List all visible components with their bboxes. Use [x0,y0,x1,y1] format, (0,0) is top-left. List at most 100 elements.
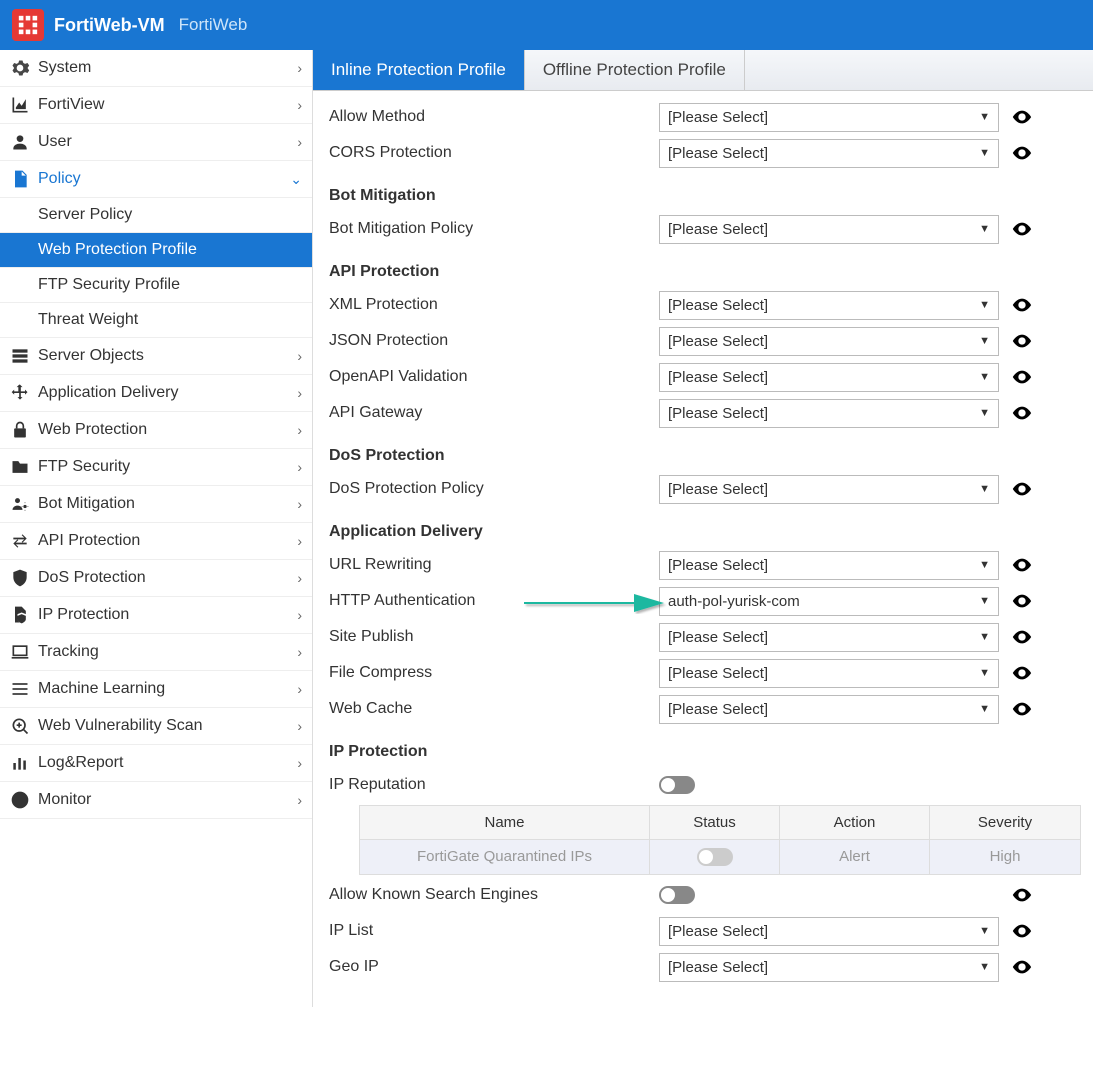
nav-label: DoS Protection [38,569,297,587]
nav-web-vulnerability-scan[interactable]: Web Vulnerability Scan› [0,708,312,745]
select-url-rewriting[interactable]: [Please Select]▼ [659,551,999,580]
view-button[interactable] [1009,140,1035,166]
view-button[interactable] [1009,400,1035,426]
select-api-gateway[interactable]: [Please Select]▼ [659,399,999,428]
label-ip-list: IP List [329,922,659,940]
nav-sub-server-policy[interactable]: Server Policy [0,198,312,233]
label-site-publish: Site Publish [329,628,659,646]
chevron-right-icon: › [297,644,302,660]
tab-inline-protection-profile[interactable]: Inline Protection Profile [313,50,525,90]
label-url-rewriting: URL Rewriting [329,556,659,574]
nav-sub-ftp-security-profile[interactable]: FTP Security Profile [0,268,312,303]
view-button[interactable] [1009,918,1035,944]
col-name: Name [360,806,650,839]
caret-down-icon: ▼ [979,407,990,419]
view-button[interactable] [1009,328,1035,354]
toggle-allow-search[interactable] [659,886,695,904]
toggle-ip-reputation[interactable] [659,776,695,794]
nav-fortiview[interactable]: FortiView› [0,87,312,124]
row-file-compress: File Compress[Please Select]▼ [329,657,1081,689]
view-button[interactable] [1009,624,1035,650]
move-icon [10,383,30,403]
view-button[interactable] [1009,216,1035,242]
row-allow-known-search-engines: Allow Known Search Engines [329,879,1081,911]
label-web-cache: Web Cache [329,700,659,718]
select-value: [Please Select] [668,923,768,940]
select-http-authentication[interactable]: auth-pol-yurisk-com▼ [659,587,999,616]
view-button[interactable] [1009,364,1035,390]
nav-log-report[interactable]: Log&Report› [0,745,312,782]
nav-system[interactable]: System› [0,50,312,87]
nav-sub-web-protection-profile[interactable]: Web Protection Profile [0,233,312,268]
nav-web-protection[interactable]: Web Protection› [0,412,312,449]
nav-label: Monitor [38,791,297,809]
select-json-protection[interactable]: [Please Select] ▼ [659,327,999,356]
select-dos-protection-policy[interactable]: [Please Select]▼ [659,475,999,504]
caret-down-icon: ▼ [979,335,990,347]
gear-icon [10,58,30,78]
nav-user[interactable]: User› [0,124,312,161]
chevron-right-icon: › [297,718,302,734]
file-icon [10,169,30,189]
nav-tracking[interactable]: Tracking› [0,634,312,671]
nav-sub-threat-weight[interactable]: Threat Weight [0,303,312,338]
nav-server-objects[interactable]: Server Objects› [0,338,312,375]
nav-label: Application Delivery [38,384,297,402]
caret-down-icon: ▼ [979,483,990,495]
nav-sub-label: FTP Security Profile [38,276,302,294]
nav-api-protection[interactable]: API Protection› [0,523,312,560]
row-bot-mitigation-policy: Bot Mitigation Policy[Please Select]▼ [329,213,1081,245]
view-button[interactable] [1009,292,1035,318]
select-value: [Please Select] [668,333,768,350]
select-file-compress[interactable]: [Please Select]▼ [659,659,999,688]
toggle-row-status[interactable] [697,848,733,866]
select-ip-list[interactable]: [Please Select]▼ [659,917,999,946]
row-cors-protection: CORS Protection[Please Select]▼ [329,137,1081,169]
nav-application-delivery[interactable]: Application Delivery› [0,375,312,412]
pie-icon [10,790,30,810]
nav-label: Web Protection [38,421,297,439]
view-button[interactable] [1009,660,1035,686]
chevron-right-icon: › [297,570,302,586]
select-openapi-validation[interactable]: [Please Select]▼ [659,363,999,392]
nav-ip-protection[interactable]: IP Protection› [0,597,312,634]
row-web-cache: Web Cache[Please Select]▼ [329,693,1081,725]
nav-ftp-security[interactable]: FTP Security› [0,449,312,486]
nav-label: Policy [38,170,290,188]
nav-label: FortiView [38,96,297,114]
tabs: Inline Protection ProfileOffline Protect… [313,50,1093,91]
section-dos-protection: DoS Protection [329,447,1081,465]
chevron-right-icon: › [297,60,302,76]
tab-offline-protection-profile[interactable]: Offline Protection Profile [525,50,745,90]
view-button[interactable] [1009,552,1035,578]
section-ip-protection: IP Protection [329,743,1081,761]
nav-dos-protection[interactable]: DoS Protection› [0,560,312,597]
select-geo-ip[interactable]: [Please Select]▼ [659,953,999,982]
select-web-cache[interactable]: [Please Select]▼ [659,695,999,724]
section-bot-mitigation: Bot Mitigation [329,187,1081,205]
nav-policy[interactable]: Policy⌄ [0,161,312,198]
nav-machine-learning[interactable]: Machine Learning› [0,671,312,708]
view-button[interactable] [1009,476,1035,502]
label-geo-ip: Geo IP [329,958,659,976]
chevron-right-icon: › [297,422,302,438]
view-button[interactable] [1009,104,1035,130]
view-button[interactable] [1009,882,1035,908]
nav-bot-mitigation[interactable]: Bot Mitigation› [0,486,312,523]
label-dos-protection-policy: DoS Protection Policy [329,480,659,498]
nav-monitor[interactable]: Monitor› [0,782,312,819]
view-button[interactable] [1009,696,1035,722]
select-xml-protection[interactable]: [Please Select]▼ [659,291,999,320]
cell-name: FortiGate Quarantined IPs [360,840,650,874]
nav-sub-label: Web Protection Profile [38,241,302,259]
chevron-right-icon: › [297,755,302,771]
select-allow-method[interactable]: [Please Select]▼ [659,103,999,132]
section-api-protection: API Protection [329,263,1081,281]
select-cors-protection[interactable]: [Please Select]▼ [659,139,999,168]
nav-label: IP Protection [38,606,297,624]
view-button[interactable] [1009,588,1035,614]
select-site-publish[interactable]: [Please Select]▼ [659,623,999,652]
view-button[interactable] [1009,954,1035,980]
select-bot-mitigation-policy[interactable]: [Please Select]▼ [659,215,999,244]
chevron-right-icon: › [297,385,302,401]
